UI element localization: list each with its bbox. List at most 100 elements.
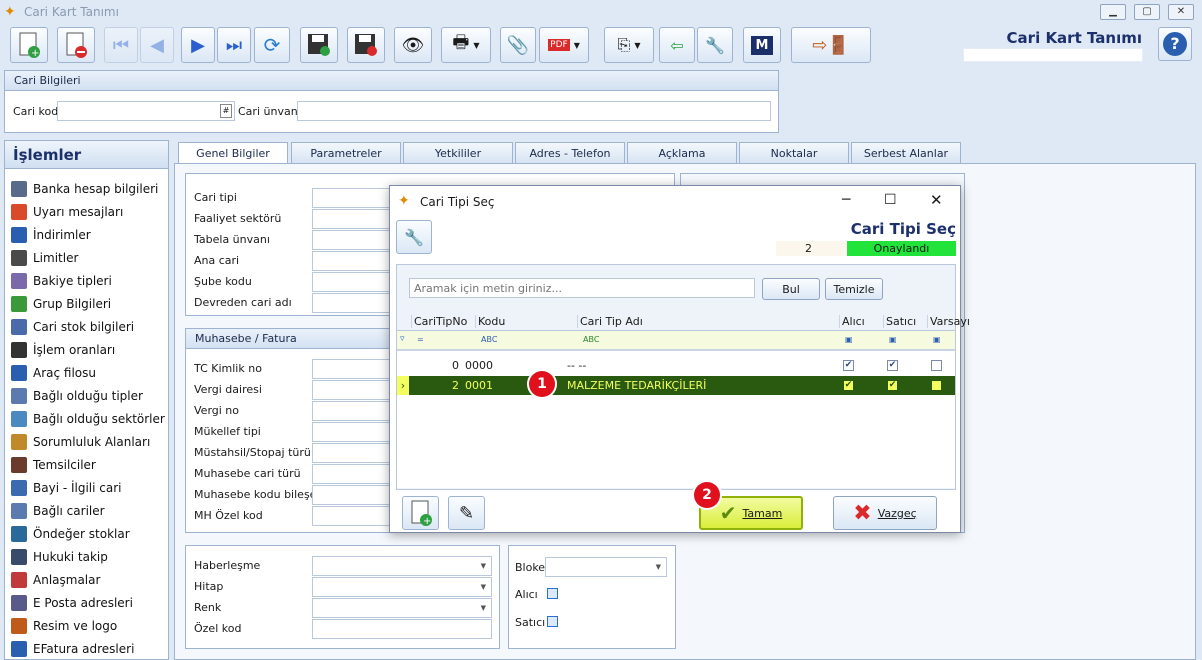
help-button[interactable]: ? <box>1158 27 1192 61</box>
sidebar-item[interactable]: Sorumluluk Alanları <box>11 432 150 452</box>
prev-icon: ◀ <box>150 34 164 56</box>
tab-item[interactable]: Adres - Telefon <box>515 142 625 164</box>
genel-field-label: Faaliyet sektörü <box>194 212 282 225</box>
sidebar-item[interactable]: Resim ve logo <box>11 616 117 636</box>
tab-item[interactable]: Parametreler <box>291 142 401 164</box>
other-field-select[interactable] <box>312 619 492 639</box>
filter-cell[interactable]: ABC <box>583 335 599 344</box>
dialog-close-button[interactable]: ✕ <box>930 191 943 209</box>
other-field-select[interactable]: ▼ <box>312 577 492 597</box>
checkbox-varsayilan[interactable] <box>931 360 942 371</box>
checkbox-alici[interactable]: ✔ <box>843 380 854 391</box>
copy-icon: ⎘ <box>617 35 631 54</box>
grid-column-header[interactable]: Cari Tip Adı <box>577 315 839 328</box>
filter-checkbox[interactable]: ▣ <box>933 335 941 344</box>
islemler-sidebar: İşlemler Banka hesap bilgileri Uyarı mesa… <box>4 140 169 660</box>
filter-checkbox[interactable]: ▣ <box>889 335 897 344</box>
pdf-export-button[interactable]: PDF ▼ <box>539 27 589 63</box>
muhasebe-field-label: Vergi no <box>194 404 240 417</box>
sidebar-item-icon <box>11 319 27 335</box>
tab-item[interactable]: Açklama <box>627 142 737 164</box>
grid-column-header[interactable]: CariTipNo <box>411 315 475 328</box>
prev-record-button[interactable]: ◀ <box>140 27 174 63</box>
vazgec-button[interactable]: ✖ Vazgeç <box>833 496 937 530</box>
sidebar-item[interactable]: Anlaşmalar <box>11 570 100 590</box>
sidebar-item[interactable]: Hukuki takip <box>11 547 108 567</box>
minimize-button[interactable]: ▁ <box>1100 4 1126 20</box>
window-titlebar: ✦ Cari Kart Tanımı ▁ ▢ ✕ <box>0 0 1202 24</box>
filter-cell[interactable]: ABC <box>481 335 497 344</box>
exit-button[interactable]: ⇨🚪 <box>791 27 871 63</box>
next-record-button[interactable]: ▶ <box>181 27 215 63</box>
sidebar-item[interactable]: Araç filosu <box>11 363 96 383</box>
sidebar-item[interactable]: Bayi - İlgili cari <box>11 478 122 498</box>
sidebar-item[interactable]: Banka hesap bilgileri <box>11 179 158 199</box>
sidebar-item-label: Anlaşmalar <box>33 573 101 587</box>
m-button[interactable]: M <box>743 27 781 63</box>
close-button[interactable]: ✕ <box>1168 4 1194 20</box>
bul-button[interactable]: Bul <box>762 278 820 300</box>
grid-column-header[interactable]: Alıcı <box>839 315 883 328</box>
sidebar-item-icon <box>11 411 27 427</box>
temizle-button[interactable]: Temizle <box>825 278 883 300</box>
sidebar-item[interactable]: Temsilciler <box>11 455 96 475</box>
exit-door-icon: ⇨🚪 <box>812 34 850 56</box>
sidebar-item[interactable]: Uyarı mesajları <box>11 202 123 222</box>
sidebar-item[interactable]: E Posta adresleri <box>11 593 133 613</box>
cari-unvani-input[interactable] <box>297 101 771 121</box>
save-cancel-button[interactable] <box>347 27 385 63</box>
alici-toggle[interactable] <box>547 588 558 599</box>
tab-item[interactable]: Serbest Alanlar <box>851 142 961 164</box>
sidebar-item[interactable]: Bağlı olduğu tipler <box>11 386 143 406</box>
sidebar-item[interactable]: İşlem oranları <box>11 340 115 360</box>
copy-button[interactable]: ⎘ ▼ <box>604 27 654 63</box>
sidebar-item[interactable]: Bağlı olduğu sektörler <box>11 409 165 429</box>
table-row[interactable]: › 2 0001 MALZEME TEDARİKÇİLERİ ✔ ✔ <box>397 376 955 395</box>
dialog-new-button[interactable]: + <box>402 496 439 530</box>
sidebar-item[interactable]: Bakiye tipleri <box>11 271 112 291</box>
table-row[interactable]: 0 0000 -- -- ✔ ✔ <box>397 356 955 375</box>
sidebar-item[interactable]: EFatura adresleri <box>11 639 134 659</box>
refresh-button[interactable]: ⟳ <box>254 27 290 63</box>
sidebar-item[interactable]: Cari stok bilgileri <box>11 317 134 337</box>
grid-column-header[interactable]: Satıcı <box>883 315 927 328</box>
grid-column-header[interactable]: Kodu <box>475 315 577 328</box>
satici-toggle[interactable] <box>547 616 558 627</box>
sidebar-item[interactable]: Bağlı cariler <box>11 501 105 521</box>
new-record-button[interactable]: + <box>10 27 48 63</box>
last-record-button[interactable]: ⏭ <box>217 27 251 63</box>
search-input[interactable] <box>409 278 755 298</box>
dialog-edit-button[interactable]: ✎ <box>448 496 485 530</box>
dialog-tools-button[interactable]: 🔧 <box>396 220 432 254</box>
maximize-button[interactable]: ▢ <box>1134 4 1160 20</box>
attach-button[interactable]: 📎 <box>500 27 536 63</box>
print-button[interactable]: 🖶 ▼ <box>441 27 491 63</box>
dialog-minimize-button[interactable]: ─ <box>842 192 850 208</box>
sidebar-item[interactable]: Grup Bilgileri <box>11 294 111 314</box>
sidebar-item[interactable]: Limitler <box>11 248 78 268</box>
checkbox-alici[interactable]: ✔ <box>843 360 854 371</box>
save-button[interactable] <box>300 27 338 63</box>
preview-button[interactable]: 👁 <box>394 27 432 63</box>
tab-item[interactable]: Noktalar <box>739 142 849 164</box>
cell-cari-tip-adi: MALZEME TEDARİKÇİLERİ <box>567 379 707 392</box>
other-field-select[interactable]: ▼ <box>312 598 492 618</box>
first-record-button[interactable]: ⏮ <box>104 27 138 63</box>
bloke-select[interactable]: ▼ <box>545 557 667 577</box>
checkbox-satici[interactable]: ✔ <box>887 360 898 371</box>
tools-button[interactable]: 🔧 <box>697 27 733 63</box>
cari-kod-hash-button[interactable]: # <box>220 104 232 118</box>
tab-item[interactable]: Yetkililer <box>403 142 513 164</box>
sidebar-item[interactable]: Öndeğer stoklar <box>11 524 130 544</box>
import-button[interactable]: ⇦ <box>659 27 695 63</box>
sidebar-item[interactable]: İndirimler <box>11 225 91 245</box>
delete-record-button[interactable] <box>57 27 95 63</box>
filter-cell[interactable]: = <box>417 335 424 344</box>
dialog-maximize-button[interactable]: ☐ <box>884 192 897 208</box>
grid-column-header[interactable]: Varsayıla <box>927 315 969 328</box>
cari-kod-input[interactable]: # <box>57 101 235 121</box>
checkbox-satici[interactable]: ✔ <box>887 380 898 391</box>
filter-checkbox[interactable]: ▣ <box>845 335 853 344</box>
other-field-select[interactable]: ▼ <box>312 556 492 576</box>
checkbox-varsayilan[interactable] <box>931 380 942 391</box>
